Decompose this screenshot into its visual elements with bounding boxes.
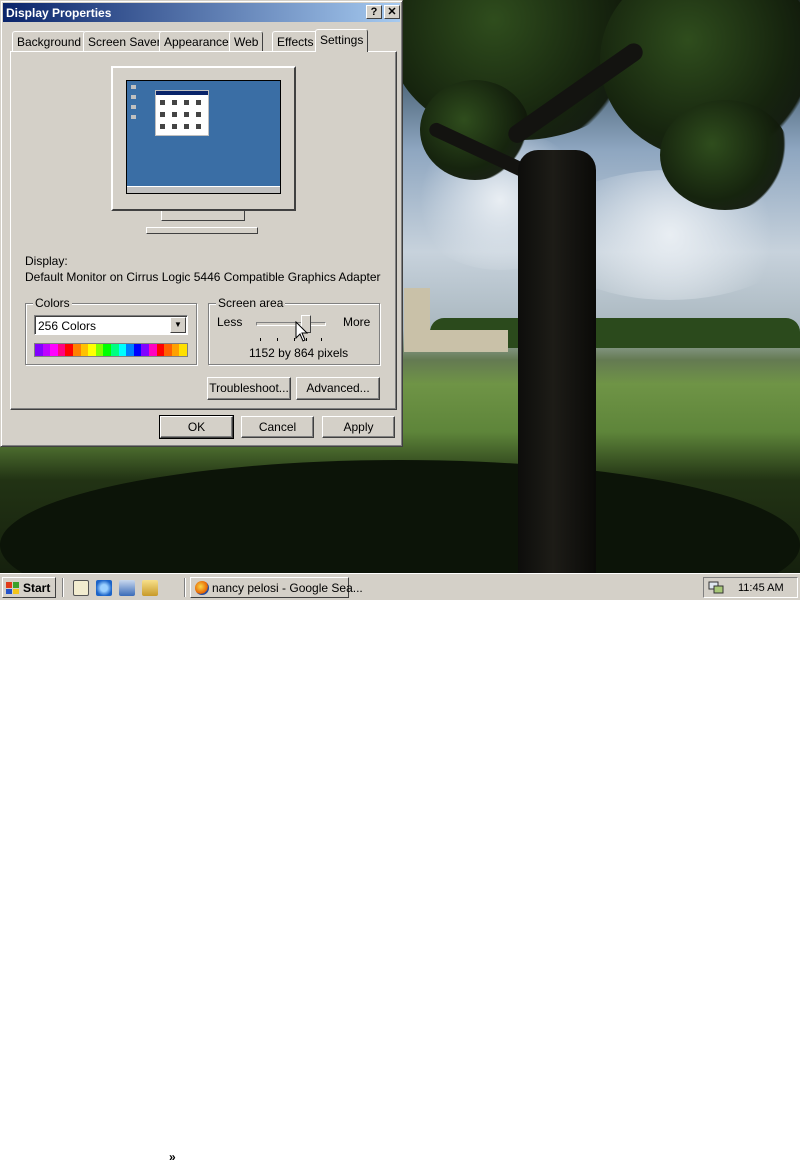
outlook-express-icon[interactable] [119,580,135,596]
tab-web[interactable]: Web [229,31,264,51]
slider-tick [260,338,261,341]
troubleshoot-button[interactable]: Troubleshoot... [207,377,291,400]
palette-swatch [42,344,51,356]
mini-taskbar [127,186,280,193]
cancel-button[interactable]: Cancel [241,416,314,438]
palette-swatch [156,344,165,356]
help-button[interactable]: ? [366,5,382,19]
window-title: Display Properties [6,6,112,20]
tab-background[interactable]: Background [12,31,87,51]
clock[interactable]: 11:45 AM [738,582,784,594]
show-desktop-icon[interactable] [73,580,89,596]
mini-item [184,124,189,129]
chateau-wing [430,330,508,352]
start-label: Start [23,581,51,595]
ok-button[interactable]: OK [159,415,234,439]
mouse-pointer-icon [295,321,309,342]
mini-window [155,90,209,136]
colors-select-value: 256 Colors [38,319,97,333]
palette-swatch [148,344,157,356]
mini-item [196,112,201,117]
tree-foliage [660,100,790,210]
close-button[interactable]: ✕ [384,5,400,19]
color-palette-preview [34,343,188,357]
taskbar-item-label: nancy pelosi - Google Sea... [212,581,363,595]
apply-button[interactable]: Apply [322,416,395,438]
mini-desktop-icon [131,115,136,119]
palette-swatch [118,344,127,356]
palette-swatch [141,344,149,356]
taskbar: Start » nancy pelosi - Google Sea... 11:… [0,573,800,1164]
search-icon[interactable] [142,580,158,596]
mini-item [172,100,177,105]
mini-window-titlebar [156,91,208,95]
quick-launch-more-button[interactable]: » [169,1150,176,1164]
screen-area-value: 1152 by 864 pixels [249,346,349,360]
mini-item [160,100,165,105]
tab-screen-saver[interactable]: Screen Saver [83,31,166,51]
taskbar-separator [184,578,186,597]
mini-item [160,124,165,129]
tab-appearance[interactable]: Appearance [159,31,234,51]
display-properties-dialog: Display Properties ? ✕ Background Screen… [0,0,403,447]
chevron-down-icon[interactable]: ▼ [170,317,186,333]
start-button[interactable]: Start [2,577,56,598]
taskbar-item-firefox[interactable]: nancy pelosi - Google Sea... [190,577,363,598]
display-label: Display: [25,254,68,268]
monitor-preview [111,66,296,211]
tab-effects[interactable]: Effects [272,31,319,51]
palette-swatch [133,344,142,356]
mini-item [184,112,189,117]
monitor-stand-base [146,227,258,234]
mini-item [160,112,165,117]
chateau-tower [404,288,430,352]
internet-explorer-icon[interactable] [96,580,112,596]
mini-item [172,112,177,117]
mini-desktop-icon [131,85,136,89]
slider-tick [277,338,278,341]
palette-swatch [126,344,134,356]
monitor-stand-neck [161,211,245,221]
windows-logo-icon [6,582,19,594]
palette-swatch [65,344,73,356]
screen-area-group-label: Screen area [216,296,286,310]
palette-swatch [80,344,89,356]
palette-swatch [164,344,172,356]
mini-item [196,100,201,105]
title-bar[interactable]: Display Properties ? ✕ [3,3,400,22]
network-icon[interactable] [708,580,724,594]
palette-swatch [110,344,119,356]
taskbar-separator [62,578,64,597]
tab-settings[interactable]: Settings [315,29,369,52]
advanced-button[interactable]: Advanced... [296,377,380,400]
palette-swatch [57,344,66,356]
palette-swatch [103,344,111,356]
palette-swatch [50,344,58,356]
palette-swatch [88,344,96,356]
mini-desktop-icon [131,95,136,99]
screen-area-slider-track[interactable] [256,322,326,326]
colors-group-label: Colors [33,296,72,310]
display-adapter-value: Default Monitor on Cirrus Logic 5446 Com… [25,270,381,284]
colors-select[interactable]: 256 Colors ▼ [34,315,188,335]
slider-less-label: Less [217,315,243,329]
palette-swatch [72,344,81,356]
slider-more-label: More [343,315,371,329]
firefox-icon [195,581,209,595]
palette-swatch [171,344,180,356]
system-tray: 11:45 AM [703,577,798,598]
mini-item [184,100,189,105]
monitor-preview-screen [126,80,281,194]
palette-swatch [95,344,104,356]
palette-swatch [35,344,43,356]
slider-tick [321,338,322,341]
mini-item [172,124,177,129]
palette-swatch [179,344,187,356]
mini-item [196,124,201,129]
mini-desktop-icon [131,105,136,109]
tree-trunk [518,150,596,580]
